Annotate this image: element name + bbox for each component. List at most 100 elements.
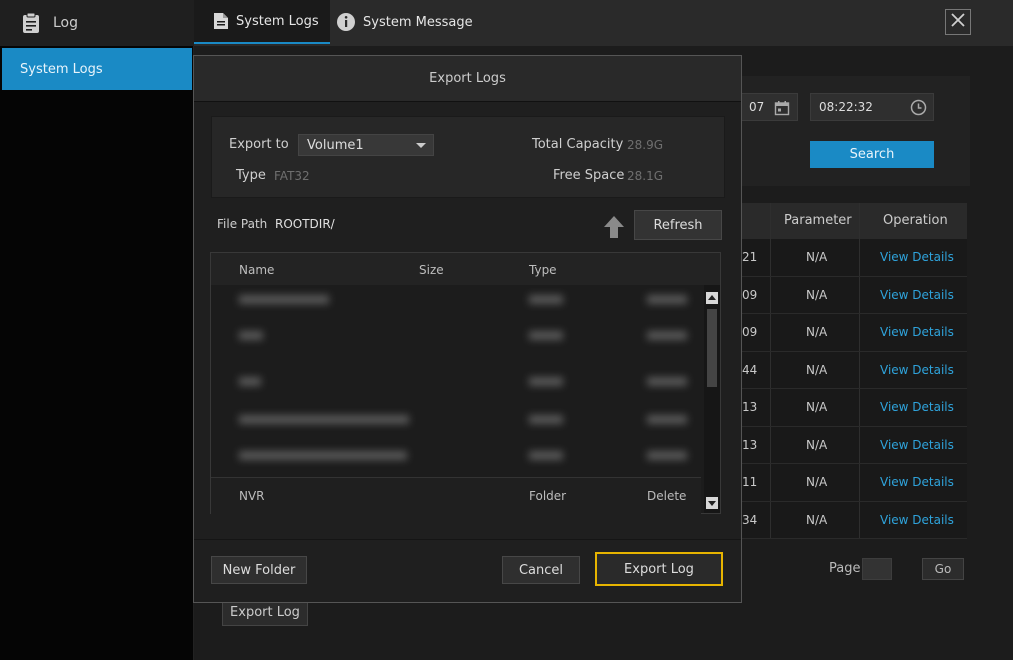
date-value: 07 <box>749 100 765 114</box>
parameter-cell: N/A <box>806 475 828 489</box>
info-icon <box>336 12 356 32</box>
view-details-link[interactable]: View Details <box>880 363 954 377</box>
export-log-button[interactable]: Export Log <box>595 552 723 586</box>
scroll-thumb[interactable] <box>707 309 717 387</box>
time-value: 08:22:32 <box>819 100 873 114</box>
header-parameter: Parameter <box>784 213 852 228</box>
storage-info-box: Export to Volume1 Type FAT32 Total Capac… <box>211 116 725 198</box>
new-folder-button[interactable]: New Folder <box>211 556 307 584</box>
clock-icon[interactable] <box>910 99 927 119</box>
export-to-label: Export to <box>229 137 289 152</box>
delete-link[interactable]: Delete <box>647 489 686 503</box>
parent-directory-button[interactable] <box>602 214 626 240</box>
clipboard-icon <box>21 12 41 34</box>
tab-label: System Message <box>363 14 473 30</box>
search-button[interactable]: Search <box>810 141 934 168</box>
time-cell: 09 <box>742 325 758 339</box>
header-operation: Operation <box>883 213 948 228</box>
time-cell: 09 <box>742 287 758 302</box>
parameter-cell: N/A <box>806 287 828 302</box>
time-cell: 13 <box>742 437 758 452</box>
calendar-icon[interactable] <box>774 100 790 119</box>
time-cell: 11 <box>742 475 758 489</box>
total-capacity-label: Total Capacity <box>532 137 624 152</box>
export-to-value: Volume1 <box>307 137 364 153</box>
time-cell: 44 <box>742 362 758 377</box>
view-details-link[interactable]: View Details <box>880 400 954 414</box>
free-space-value: 28.1G <box>627 169 664 183</box>
left-header: Log <box>0 0 194 46</box>
page-label: Page <box>829 561 861 576</box>
blurred-file-row[interactable] <box>211 403 701 439</box>
parameter-cell: N/A <box>806 437 828 452</box>
type-label: Type <box>236 168 266 183</box>
export-to-select[interactable]: Volume1 <box>298 134 434 156</box>
blurred-file-row[interactable] <box>211 365 701 401</box>
view-details-link[interactable]: View Details <box>880 475 954 489</box>
refresh-button[interactable]: Refresh <box>634 210 722 240</box>
file-path-value: ROOTDIR/ <box>275 217 335 231</box>
type-value: FAT32 <box>274 169 310 183</box>
blurred-file-row[interactable] <box>211 283 701 319</box>
close-icon <box>950 12 966 32</box>
app-root: Log System Logs System Logs System Messa… <box>0 0 1013 660</box>
file-row-nvr[interactable]: NVR Folder Delete <box>211 477 701 514</box>
tab-system-message[interactable]: System Message <box>336 0 473 44</box>
log-table-row: 13 N/A View Details <box>740 426 967 464</box>
blurred-file-row[interactable] <box>211 319 701 355</box>
tab-system-logs[interactable]: System Logs <box>194 0 330 44</box>
log-table-row: 44 N/A View Details <box>740 351 967 389</box>
sidebar-item-label: System Logs <box>20 61 103 77</box>
export-logs-dialog: Export Logs Export to Volume1 Type FAT32… <box>193 55 742 603</box>
log-table-row: 34 N/A View Details <box>740 501 967 539</box>
view-details-link[interactable]: View Details <box>880 438 954 452</box>
log-table-row: 21 N/A View Details <box>740 239 967 277</box>
view-details-link[interactable]: View Details <box>880 325 954 339</box>
log-table-row: 11 N/A View Details <box>740 464 967 502</box>
dialog-title: Export Logs <box>194 56 741 102</box>
free-space-label: Free Space <box>553 168 625 183</box>
view-details-link[interactable]: View Details <box>880 250 954 264</box>
scroll-up-icon[interactable] <box>706 292 718 304</box>
tab-label: System Logs <box>236 13 319 29</box>
file-path-label: File Path <box>217 217 268 231</box>
file-type: Folder <box>529 489 567 503</box>
time-cell: 21 <box>742 250 758 264</box>
column-type: Type <box>529 263 557 277</box>
file-list-header: Name Size Type <box>211 253 720 285</box>
blurred-file-row[interactable] <box>211 439 701 475</box>
log-table-header: Parameter Operation <box>740 203 967 239</box>
total-capacity-value: 28.9G <box>627 138 664 152</box>
file-name: NVR <box>239 489 265 503</box>
go-button[interactable]: Go <box>922 558 964 580</box>
date-input[interactable]: 07 <box>740 93 798 121</box>
parameter-cell: N/A <box>806 325 828 339</box>
time-cell: 34 <box>742 512 758 527</box>
top-tab-bar: System Logs System Message <box>194 0 1013 46</box>
view-details-link[interactable]: View Details <box>880 288 954 302</box>
scroll-down-icon[interactable] <box>706 497 718 509</box>
arrow-up-icon <box>602 216 626 244</box>
file-list-scrollbar[interactable] <box>704 285 720 513</box>
column-name: Name <box>239 263 275 277</box>
parameter-cell: N/A <box>806 400 828 414</box>
time-input[interactable]: 08:22:32 <box>810 93 934 121</box>
log-table: Parameter Operation 21 N/A View Details 09 N… <box>740 203 967 539</box>
parameter-cell: N/A <box>806 512 828 527</box>
document-icon <box>213 12 229 30</box>
dropdown-caret-icon <box>416 143 426 148</box>
log-table-row: 09 N/A View Details <box>740 276 967 314</box>
parameter-cell: N/A <box>806 250 828 264</box>
column-size: Size <box>419 263 444 277</box>
time-cell: 13 <box>742 400 758 414</box>
page-input[interactable] <box>862 558 892 580</box>
footer-divider <box>194 539 741 540</box>
close-button[interactable] <box>945 9 971 35</box>
window-title: Log <box>53 15 79 31</box>
left-panel: Log System Logs <box>0 0 194 660</box>
file-list: Name Size Type NVR Folder Delete <box>210 252 721 514</box>
cancel-button[interactable]: Cancel <box>502 556 580 584</box>
sidebar-item-system-logs[interactable]: System Logs <box>2 48 192 90</box>
view-details-link[interactable]: View Details <box>880 513 954 527</box>
log-table-row: 13 N/A View Details <box>740 389 967 427</box>
